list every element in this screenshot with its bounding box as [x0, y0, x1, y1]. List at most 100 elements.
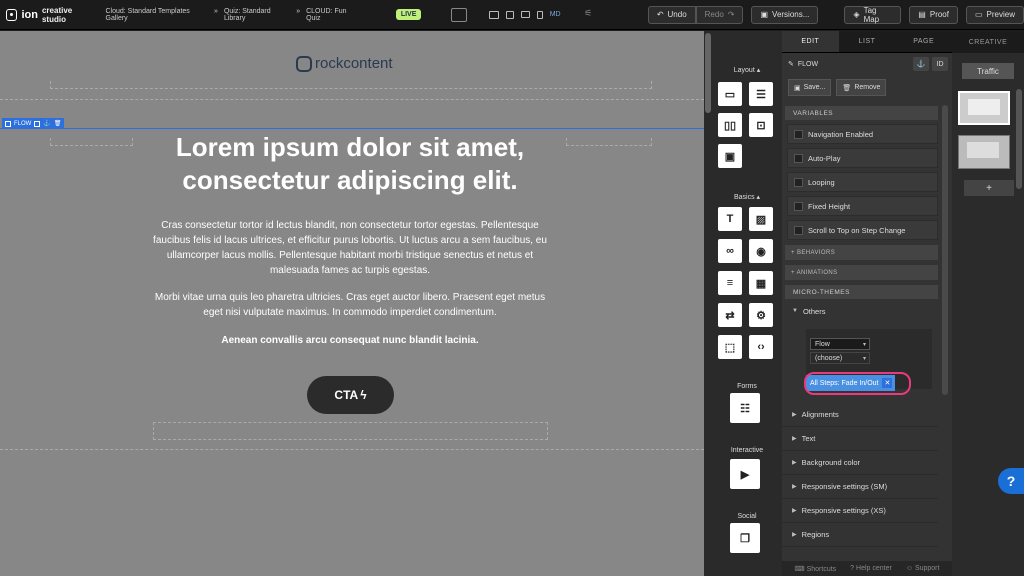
- behaviors-toggle[interactable]: + BEHAVIORS: [785, 245, 938, 260]
- hero-emphasis[interactable]: Aenean convallis arcu consequat nunc bla…: [150, 333, 550, 348]
- layout-section-label[interactable]: Layout ▴: [712, 66, 782, 74]
- html-code-icon[interactable]: ‹›: [749, 335, 773, 359]
- help-center-link[interactable]: ? Help center: [850, 565, 892, 572]
- checkbox[interactable]: [794, 201, 803, 211]
- chat-bubble-icon[interactable]: ❐: [730, 523, 760, 553]
- redo-button[interactable]: Redo ↷: [695, 5, 744, 24]
- monitor-layout-icon[interactable]: ▭: [718, 82, 742, 106]
- checkbox[interactable]: [794, 177, 803, 187]
- form-icon[interactable]: ☷: [730, 393, 760, 423]
- versions-icon: ▣: [760, 10, 769, 19]
- breadcrumb-item[interactable]: Cloud: Standard Templates Gallery: [106, 8, 209, 22]
- undo-button[interactable]: ↶ Undo: [647, 5, 696, 24]
- id-button[interactable]: ID: [932, 57, 948, 71]
- canvas-scrollbar[interactable]: [704, 31, 712, 576]
- variable-label: Auto-Play: [808, 153, 841, 163]
- anchor-icon[interactable]: ⚓: [43, 120, 50, 127]
- code-snippet-icon[interactable]: ⇄: [718, 303, 742, 327]
- save-icon: ▣: [794, 84, 801, 92]
- properties-scrollbar[interactable]: [942, 105, 948, 395]
- anchor-icon[interactable]: ⚓: [913, 57, 929, 71]
- hero-paragraph[interactable]: Morbi vitae urna quis leo pharetra ultri…: [150, 290, 550, 320]
- tab-edit[interactable]: EDIT: [782, 31, 839, 52]
- link-icon[interactable]: ∞: [718, 239, 742, 263]
- support-icon: ☺: [905, 565, 913, 572]
- device-size-label[interactable]: MD: [550, 11, 561, 18]
- location-icon[interactable]: ◉: [749, 239, 773, 263]
- variable-auto-play[interactable]: Auto-Play: [787, 148, 938, 168]
- editor-canvas[interactable]: rockcontent FLOW ⚓ 🗑 Lorem ipsum dolor s…: [0, 31, 704, 576]
- flow-panel-header: ✎ FLOW ⚓ ID: [782, 53, 952, 75]
- table-icon[interactable]: ▦: [749, 271, 773, 295]
- scrollbar-thumb[interactable]: [705, 33, 711, 113]
- tab-list[interactable]: LIST: [839, 31, 896, 52]
- breadcrumb-item[interactable]: Quiz: Standard Library: [224, 8, 290, 22]
- trash-icon[interactable]: 🗑: [54, 120, 62, 127]
- others-accordion[interactable]: ▼ Others: [782, 299, 938, 323]
- list-icon[interactable]: ≡: [718, 271, 742, 295]
- breadcrumb-item[interactable]: CLOUD: Fun Quiz: [306, 8, 360, 22]
- proof-button[interactable]: ▤ Proof: [909, 5, 958, 24]
- tablet-landscape-icon[interactable]: [520, 11, 530, 18]
- text-icon[interactable]: T: [718, 207, 742, 231]
- support-link[interactable]: ☺ Support: [906, 565, 940, 572]
- device-switcher: MD: [488, 10, 561, 19]
- gear-icon[interactable]: ⚙: [749, 303, 773, 327]
- image-container-icon[interactable]: ▣: [718, 144, 742, 168]
- copy-icon[interactable]: [34, 120, 41, 127]
- variables-header: VARIABLES: [785, 106, 938, 120]
- animations-toggle[interactable]: + ANIMATIONS: [785, 265, 938, 280]
- versions-button[interactable]: ▣ Versions...: [751, 5, 819, 24]
- add-page-button[interactable]: +: [964, 180, 1014, 196]
- flow-select[interactable]: Flow: [810, 338, 870, 350]
- checkbox[interactable]: [794, 153, 803, 163]
- rows-layout-icon[interactable]: ☰: [749, 82, 773, 106]
- container-layout-icon[interactable]: ⊡: [749, 113, 773, 137]
- creative-scrollbar[interactable]: [1016, 89, 1022, 189]
- variable-looping[interactable]: Looping: [787, 172, 938, 192]
- save-button[interactable]: ▣ Save...: [788, 79, 832, 96]
- flow-tag[interactable]: FLOW ⚓ 🗑: [2, 118, 65, 129]
- accordion-regions[interactable]: ▶ Regions: [782, 523, 938, 547]
- hero-headline[interactable]: Lorem ipsum dolor sit amet, consectetur …: [120, 131, 580, 197]
- accordion-background-color[interactable]: ▶ Background color: [782, 451, 938, 475]
- traffic-button[interactable]: Traffic: [962, 63, 1014, 79]
- shortcuts-link[interactable]: ⌨ Shortcuts: [795, 565, 837, 573]
- cta-label: CTA: [334, 388, 359, 402]
- tag-icon: ◈: [853, 10, 860, 19]
- breadcrumb: Cloud: Standard Templates Gallery » Quiz…: [106, 8, 360, 22]
- cta-button[interactable]: CTA ϟ: [307, 376, 394, 414]
- variable-navigation-enabled[interactable]: Navigation Enabled: [787, 124, 938, 144]
- tab-page[interactable]: PAGE: [895, 31, 952, 52]
- tag-map-button[interactable]: ◈ Tag Map: [844, 5, 902, 24]
- phone-icon[interactable]: [536, 10, 543, 19]
- accordion-text[interactable]: ▶ Text: [782, 427, 938, 451]
- image-icon[interactable]: ▨: [749, 207, 773, 231]
- variable-scroll-to-top[interactable]: Scroll to Top on Step Change: [787, 220, 938, 240]
- tablet-icon[interactable]: [505, 10, 514, 19]
- tab-creative[interactable]: CREATIVE: [952, 31, 1024, 53]
- page-thumbnail[interactable]: [958, 135, 1010, 169]
- accordion-responsive-xs[interactable]: ▶ Responsive settings (XS): [782, 499, 938, 523]
- checkbox[interactable]: [794, 129, 803, 139]
- desktop-icon[interactable]: [488, 10, 499, 19]
- layout-toggle-icon[interactable]: [451, 7, 467, 22]
- hero-paragraph[interactable]: Cras consectetur tortor id lectus blandi…: [150, 218, 550, 278]
- page-thumbnail-active[interactable]: [958, 91, 1010, 125]
- columns-layout-icon[interactable]: ▯▯: [718, 113, 742, 137]
- placeholder-icon[interactable]: ⬚: [718, 335, 742, 359]
- checkbox[interactable]: [794, 225, 803, 235]
- theme-select[interactable]: (choose): [810, 352, 870, 364]
- preview-button[interactable]: ▭ Preview: [965, 5, 1024, 24]
- variable-fixed-height[interactable]: Fixed Height: [787, 196, 938, 216]
- basics-section-label[interactable]: Basics ▴: [712, 193, 782, 201]
- help-button[interactable]: ?: [998, 468, 1024, 494]
- accordion-alignments[interactable]: ▶ Alignments: [782, 403, 938, 427]
- accordion-responsive-sm[interactable]: ▶ Responsive settings (SM): [782, 475, 938, 499]
- remove-button[interactable]: 🗑 Remove: [836, 79, 887, 96]
- flow-panel-title: FLOW: [797, 60, 819, 68]
- proof-label: Proof: [929, 10, 949, 19]
- app-logo[interactable]: ion creative studio: [0, 6, 96, 24]
- sliders-icon[interactable]: ⚟: [581, 8, 596, 22]
- video-play-icon[interactable]: ▶: [730, 459, 760, 489]
